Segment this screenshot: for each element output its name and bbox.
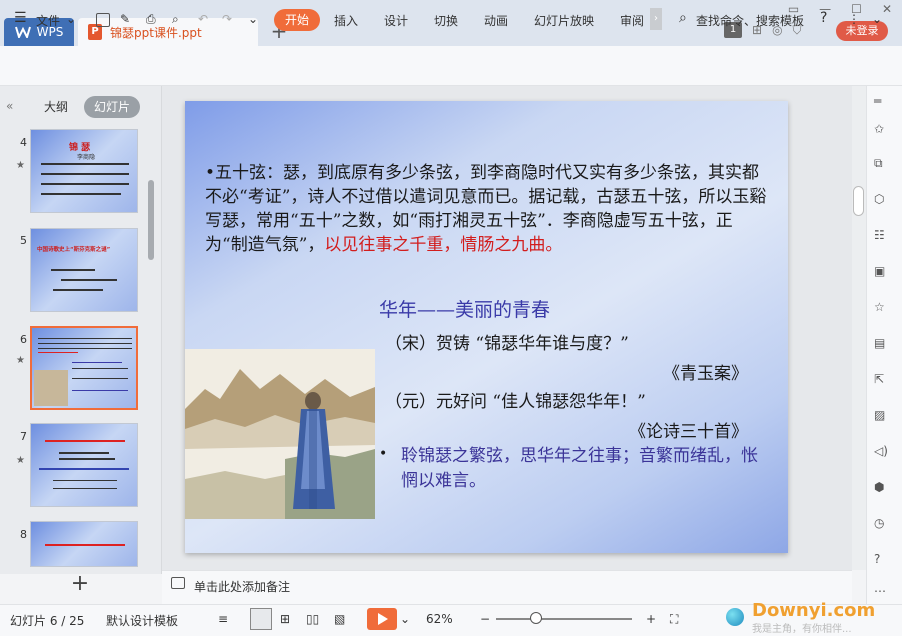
more-options-icon[interactable]: ⋮ xyxy=(848,12,860,26)
zoom-out-icon[interactable]: − xyxy=(480,612,490,626)
copy-icon[interactable]: ⧉ xyxy=(874,156,892,174)
audio-icon[interactable]: ◁) xyxy=(874,444,892,462)
slide-number: 7 xyxy=(20,430,27,443)
help-icon[interactable]: ? xyxy=(820,10,827,26)
slide-thumbnail-5[interactable]: 中国诗歌史上“斯芬克斯之谜” xyxy=(30,228,138,312)
notes-placeholder[interactable]: 单击此处添加备注 xyxy=(194,578,290,595)
tab-slides[interactable]: 幻灯片 xyxy=(84,96,140,118)
zoom-in-icon[interactable]: + xyxy=(646,612,656,626)
play-icon xyxy=(378,613,388,625)
canvas-vertical-scrollbar[interactable] xyxy=(852,86,866,570)
settings-sliders-icon[interactable]: ☷ xyxy=(874,228,892,246)
chevron-down-icon[interactable]: ⌄ xyxy=(400,612,410,626)
slide-sorter-icon[interactable]: ⊞ xyxy=(280,612,290,626)
zoom-slider-track[interactable] xyxy=(496,618,632,620)
add-slide-button[interactable]: + xyxy=(68,572,92,596)
shapes-icon[interactable]: ⬡ xyxy=(874,192,892,210)
normal-view-icon[interactable] xyxy=(250,608,272,630)
play-slideshow-button[interactable] xyxy=(367,608,397,630)
slide-paragraph-jinse[interactable]: 聆锦瑟之繁弦，思华年之往事；音繁而绪乱，怅惘以难言。 xyxy=(401,444,761,494)
image-icon[interactable]: ▨ xyxy=(874,408,892,426)
more-tabs-icon[interactable]: › xyxy=(650,8,662,30)
animation-star-icon: ★ xyxy=(16,160,25,171)
command-search[interactable]: 查找命令、搜索模板 xyxy=(696,12,804,29)
chevron-down-icon[interactable]: ⌄ xyxy=(66,12,76,26)
slide-paragraph-wushi-xian[interactable]: •五十弦：瑟，到底原有多少条弦，到李商隐时代又实有多少条弦，其实都不必“考证”，… xyxy=(205,161,775,257)
thumb-subtitle: 李商隐 xyxy=(77,154,96,161)
slide-number: 8 xyxy=(20,528,27,541)
slide-counter: 幻灯片 6 / 25 xyxy=(10,614,85,628)
slide-subtitle[interactable]: 华年——美丽的青春 xyxy=(379,295,550,322)
star-icon[interactable]: ☆ xyxy=(874,300,892,318)
tab-start[interactable]: 开始 xyxy=(274,9,320,31)
watermark-text: Downyi.com xyxy=(752,600,876,621)
poet-painting-icon xyxy=(185,349,375,519)
print-icon[interactable]: ⎙ xyxy=(146,12,156,27)
poet-painting-image[interactable] xyxy=(185,349,375,519)
tab-design[interactable]: 设计 xyxy=(384,12,408,29)
slide-number: 4 xyxy=(20,136,27,149)
sidebar-handle-icon[interactable]: ═ xyxy=(874,94,892,112)
animation-star-icon: ★ xyxy=(16,355,25,366)
panel-scrollbar[interactable] xyxy=(148,180,154,260)
file-menu[interactable]: 文件 xyxy=(36,12,60,29)
scrollbar-thumb[interactable] xyxy=(853,186,864,216)
collapse-panel-icon[interactable]: « xyxy=(6,99,13,113)
shield-icon[interactable]: ⬢ xyxy=(874,480,892,498)
slide-number: 5 xyxy=(20,234,27,247)
history-icon[interactable]: ◷ xyxy=(874,516,892,534)
quote-he-zhu[interactable]: （宋）贺铸 “锦瑟华年谁与度？” xyxy=(385,329,629,354)
zoom-level[interactable]: 62% xyxy=(426,612,453,626)
design-template[interactable]: 默认设计模板 xyxy=(106,612,178,629)
watermark: Downyi.com 我是主角，有你相伴... xyxy=(726,600,902,636)
wps-logo-icon xyxy=(14,26,31,38)
tab-outline[interactable]: 大纲 xyxy=(44,98,68,115)
thumb-title: 中国诗歌史上“斯芬克斯之谜” xyxy=(37,247,111,253)
tab-insert[interactable]: 插入 xyxy=(334,12,358,29)
quote-source-1[interactable]: 《青玉案》 xyxy=(663,359,748,384)
collapse-ribbon-icon[interactable]: ⌄ xyxy=(872,12,882,26)
slide-number: 6 xyxy=(20,333,27,346)
reading-view-icon[interactable]: ▯▯ xyxy=(306,612,319,626)
notes-icon xyxy=(171,577,185,589)
slide-thumbnail-8[interactable] xyxy=(30,521,138,567)
tab-animation[interactable]: 动画 xyxy=(484,12,508,29)
slide-thumbnail-6[interactable] xyxy=(30,326,138,410)
slide-thumbnail-4[interactable]: 锦 瑟 李商隐 xyxy=(30,129,138,213)
save-icon[interactable] xyxy=(96,13,110,27)
watermark-logo-icon xyxy=(726,608,744,626)
undo-icon[interactable]: ↶ xyxy=(198,12,208,26)
notes-toggle-icon[interactable]: ≡ xyxy=(218,612,228,626)
paragraph-highlight-text: 以见往事之千重，情肠之九曲。 xyxy=(324,235,563,255)
slide-canvas[interactable]: •五十弦：瑟，到底原有多少条弦，到李商隐时代又实有多少条弦，其实都不必“考证”，… xyxy=(185,101,788,553)
sidebar-more-icon[interactable]: ⋯ xyxy=(874,584,892,602)
menu-icon[interactable]: ☰ xyxy=(14,10,27,26)
print-preview-icon[interactable]: ⌕ xyxy=(172,12,179,27)
share-export-icon[interactable]: ⇱ xyxy=(874,372,892,390)
magic-star-icon[interactable]: ✩ xyxy=(874,122,892,140)
fit-window-icon[interactable]: ⛶ xyxy=(670,612,678,627)
document-tab-label: 锦瑟ppt课件.ppt xyxy=(110,25,202,40)
quick-access-dropdown-icon[interactable]: ⌄ xyxy=(248,12,258,26)
tab-review[interactable]: 审阅 xyxy=(620,12,644,29)
archive-icon[interactable]: ▤ xyxy=(874,336,892,354)
search-icon[interactable]: ⌕ xyxy=(679,10,687,26)
close-icon[interactable]: ✕ xyxy=(882,2,892,16)
bullet-marker: • xyxy=(379,446,388,462)
quote-source-2[interactable]: 《论诗三十首》 xyxy=(629,417,748,442)
zoom-slider-knob[interactable] xyxy=(530,612,542,624)
watermark-subtext: 我是主角，有你相伴... xyxy=(752,624,852,635)
slide-thumbnail-7[interactable] xyxy=(30,423,138,507)
animation-star-icon: ★ xyxy=(16,455,25,466)
toolbar xyxy=(0,46,902,86)
presenter-icon[interactable]: ▧ xyxy=(334,612,345,626)
tab-slideshow[interactable]: 幻灯片放映 xyxy=(534,12,594,29)
format-painter-icon[interactable]: ✎ xyxy=(120,12,130,26)
tab-switch[interactable]: 切换 xyxy=(434,12,458,29)
redo-icon[interactable]: ↷ xyxy=(222,12,232,26)
quote-yuan-haowen[interactable]: （元）元好问 “佳人锦瑟怨华年！” xyxy=(385,387,646,412)
help-circle-icon[interactable]: ? xyxy=(874,552,892,570)
image-gallery-icon[interactable]: ▣ xyxy=(874,264,892,282)
